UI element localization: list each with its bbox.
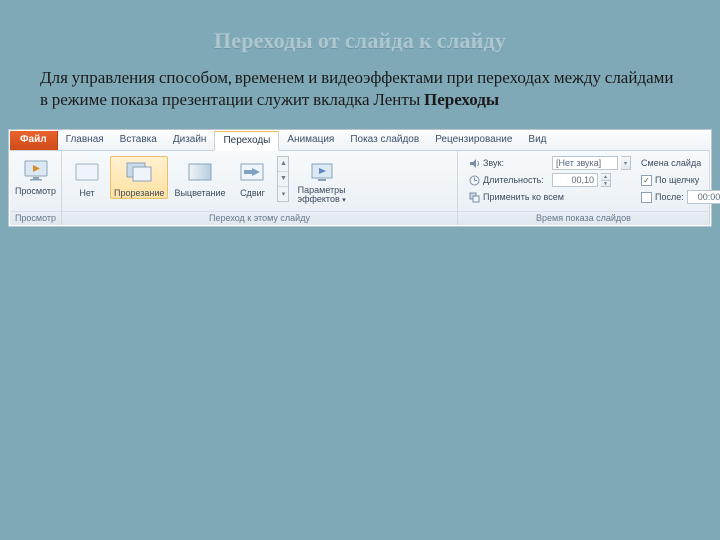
preview-icon bbox=[22, 156, 50, 184]
tab-insert[interactable]: Вставка bbox=[112, 131, 165, 150]
slide-description: Для управления способом, временем и виде… bbox=[0, 54, 720, 129]
transition-gallery: Нет Прорезание Выцветание bbox=[66, 154, 453, 205]
transition-cut-label: Прорезание bbox=[114, 188, 164, 198]
tab-slideshow[interactable]: Показ слайдов bbox=[342, 131, 427, 150]
tab-design[interactable]: Дизайн bbox=[165, 131, 215, 150]
transition-none-icon bbox=[73, 158, 101, 186]
sound-field[interactable]: [Нет звука] bbox=[552, 156, 618, 170]
group-transitions-label: Переход к этому слайду bbox=[62, 211, 457, 225]
tab-bar: Файл Главная Вставка Дизайн Переходы Ани… bbox=[10, 131, 710, 151]
timing-left-column: Звук: [Нет звука] ▾ Длительность: 00,10 … bbox=[468, 156, 631, 205]
tab-review[interactable]: Рецензирование bbox=[427, 131, 520, 150]
duration-field[interactable]: 00,10 bbox=[552, 173, 598, 187]
preview-button[interactable]: Просмотр bbox=[14, 154, 57, 196]
duration-spinner[interactable]: ▲▼ bbox=[601, 173, 611, 187]
on-click-checkbox[interactable]: ✓ bbox=[641, 175, 652, 186]
group-timing-label: Время показа слайдов bbox=[458, 211, 709, 225]
after-row: После: 00:00,00 ▲▼ bbox=[641, 190, 720, 205]
after-checkbox[interactable] bbox=[641, 192, 652, 203]
apply-all-label: Применить ко всем bbox=[483, 192, 564, 202]
timing-controls: Звук: [Нет звука] ▾ Длительность: 00,10 … bbox=[462, 154, 705, 205]
apply-all-icon bbox=[468, 191, 480, 203]
effect-options-button[interactable]: Параметрыэффектов ▾ bbox=[291, 156, 349, 205]
transition-fade[interactable]: Выцветание bbox=[170, 156, 229, 198]
on-click-label: По щелчку bbox=[655, 175, 699, 185]
gallery-scroll-up[interactable]: ▲ bbox=[278, 157, 288, 172]
chevron-down-icon: ▾ bbox=[342, 197, 346, 204]
duration-icon bbox=[468, 174, 480, 186]
transition-fade-icon bbox=[186, 158, 214, 186]
transition-push-label: Сдвиг bbox=[240, 188, 265, 198]
tab-view[interactable]: Вид bbox=[520, 131, 554, 150]
desc-text: Для управления способом, временем и виде… bbox=[40, 69, 674, 110]
gallery-expand[interactable]: ▾ bbox=[278, 187, 288, 201]
tab-home[interactable]: Главная bbox=[58, 131, 112, 150]
effect-options-icon bbox=[308, 158, 336, 186]
transition-none[interactable]: Нет bbox=[66, 156, 108, 198]
duration-label: Длительность: bbox=[483, 175, 549, 185]
on-click-row[interactable]: ✓ По щелчку bbox=[641, 173, 720, 188]
transition-fade-label: Выцветание bbox=[174, 188, 225, 198]
gallery-scroll-down[interactable]: ▼ bbox=[278, 172, 288, 187]
duration-row: Длительность: 00,10 ▲▼ bbox=[468, 173, 631, 188]
ribbon-body: Просмотр Просмотр Нет Прорезание bbox=[10, 151, 710, 225]
desc-bold: Переходы bbox=[424, 91, 499, 110]
group-preview: Просмотр Просмотр bbox=[10, 151, 62, 225]
transition-cut[interactable]: Прорезание bbox=[110, 156, 168, 199]
tab-transitions[interactable]: Переходы bbox=[214, 131, 279, 151]
transition-push[interactable]: Сдвиг bbox=[231, 156, 273, 198]
advance-heading: Смена слайда bbox=[641, 156, 720, 171]
preview-label: Просмотр bbox=[15, 186, 56, 196]
group-preview-label: Просмотр bbox=[10, 211, 61, 225]
group-transitions: Нет Прорезание Выцветание bbox=[62, 151, 458, 225]
after-field[interactable]: 00:00,00 bbox=[687, 190, 720, 204]
after-label: После: bbox=[655, 192, 684, 202]
transition-cut-icon bbox=[125, 158, 153, 186]
transition-push-icon bbox=[238, 158, 266, 186]
file-tab[interactable]: Файл bbox=[10, 131, 58, 150]
tab-animation[interactable]: Анимация bbox=[279, 131, 342, 150]
sound-row: Звук: [Нет звука] ▾ bbox=[468, 156, 631, 171]
slide-title: Переходы от слайда к слайду bbox=[0, 0, 720, 54]
group-timing: Звук: [Нет звука] ▾ Длительность: 00,10 … bbox=[458, 151, 710, 225]
gallery-scroll: ▲ ▼ ▾ bbox=[277, 156, 289, 202]
sound-icon bbox=[468, 157, 480, 169]
apply-all-row[interactable]: Применить ко всем bbox=[468, 190, 631, 205]
effect-options-label2: эффектов bbox=[297, 194, 339, 204]
ribbon: Файл Главная Вставка Дизайн Переходы Ани… bbox=[8, 129, 712, 227]
timing-right-column: Смена слайда ✓ По щелчку После: 00:00,00… bbox=[641, 156, 720, 205]
sound-label: Звук: bbox=[483, 158, 549, 168]
transition-none-label: Нет bbox=[79, 188, 94, 198]
sound-dropdown[interactable]: ▾ bbox=[621, 156, 631, 170]
